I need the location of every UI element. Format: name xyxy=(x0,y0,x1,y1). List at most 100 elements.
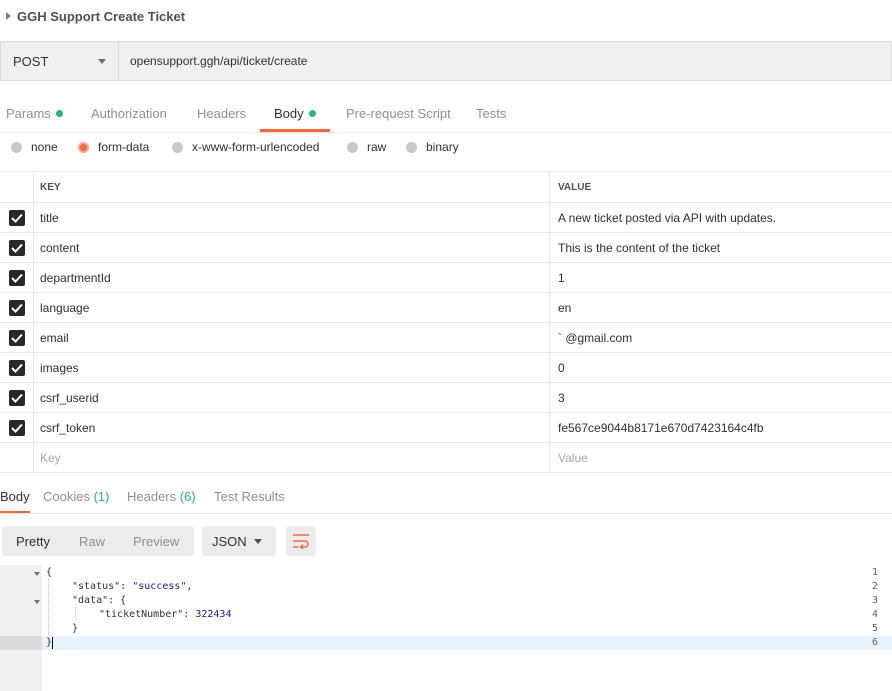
radio-form-data[interactable]: form-data xyxy=(78,140,149,154)
row-checkbox[interactable] xyxy=(8,419,25,436)
request-title-bar[interactable]: GGH Support Create Ticket xyxy=(0,0,892,32)
param-value[interactable]: This is the content of the ticket xyxy=(550,233,892,262)
json-key: "ticketNumber" xyxy=(99,609,184,620)
param-key[interactable]: email xyxy=(34,323,550,352)
pretty-button[interactable]: Pretty xyxy=(16,534,50,549)
wrap-lines-button[interactable] xyxy=(286,526,316,556)
line-number: 2 xyxy=(871,581,878,592)
empty-check-cell xyxy=(0,443,34,472)
tab-tests[interactable]: Tests xyxy=(476,98,506,132)
table-row: images 0 xyxy=(0,353,892,383)
active-line-highlight xyxy=(0,636,892,650)
row-checkbox[interactable] xyxy=(8,359,25,376)
row-checkbox[interactable] xyxy=(8,389,25,406)
radio-binary[interactable]: binary xyxy=(406,140,459,154)
checkmark-icon xyxy=(10,423,23,433)
param-value[interactable]: 0 xyxy=(550,353,892,382)
tab-response-headers[interactable]: Headers (6) xyxy=(127,482,196,514)
chevron-down-icon xyxy=(98,58,106,64)
checkmark-icon xyxy=(10,393,23,403)
tab-cookies-label: Cookies xyxy=(43,489,90,504)
param-key[interactable]: title xyxy=(34,203,550,232)
param-key[interactable]: csrf_token xyxy=(34,413,550,442)
tab-cookies[interactable]: Cookies (1) xyxy=(43,482,109,514)
row-checkbox[interactable] xyxy=(8,269,25,286)
row-checkbox-cell xyxy=(0,293,34,322)
row-checkbox-cell xyxy=(0,413,34,442)
param-key[interactable]: images xyxy=(34,353,550,382)
param-value[interactable]: fe567ce9044b8171e670d7423164c4fb xyxy=(550,413,892,442)
raw-button[interactable]: Raw xyxy=(79,534,105,549)
checkmark-icon xyxy=(10,213,23,223)
tab-body-label: Body xyxy=(274,106,304,121)
divider xyxy=(0,132,892,133)
request-name: GGH Support Create Ticket xyxy=(17,8,186,24)
param-value[interactable]: 3 xyxy=(550,383,892,412)
radio-label: none xyxy=(31,140,58,154)
param-key[interactable]: csrf_userid xyxy=(34,383,550,412)
method-select[interactable]: POST xyxy=(1,42,119,80)
wrap-lines-icon xyxy=(293,534,309,549)
table-row: language en xyxy=(0,293,892,323)
param-key[interactable]: content xyxy=(34,233,550,262)
fold-toggle-icon[interactable] xyxy=(34,600,40,604)
json-value: 322434 xyxy=(195,609,232,620)
new-value-input[interactable]: Value xyxy=(550,443,892,472)
tab-authorization[interactable]: Authorization xyxy=(91,98,167,132)
param-value[interactable]: en xyxy=(550,293,892,322)
row-checkbox[interactable] xyxy=(8,239,25,256)
tab-response-body[interactable]: Body xyxy=(0,482,30,514)
chevron-down-icon xyxy=(254,538,262,544)
json-value: "success" xyxy=(132,581,187,592)
tab-test-results-label: Test Results xyxy=(214,489,285,504)
response-body-editor[interactable]: 1 2 3 4 5 6 { "status": "success", "data… xyxy=(0,565,892,691)
tab-test-results[interactable]: Test Results xyxy=(214,482,285,514)
row-checkbox-cell xyxy=(0,353,34,382)
tab-headers[interactable]: Headers xyxy=(197,98,246,132)
line-number: 1 xyxy=(871,567,878,578)
table-row: email ` @gmail.com xyxy=(0,323,892,353)
headers-count-badge: (6) xyxy=(179,489,196,504)
radio-raw[interactable]: raw xyxy=(347,140,386,154)
row-checkbox[interactable] xyxy=(8,209,25,226)
json-brace: { xyxy=(120,595,127,606)
tab-pre-request-script-label: Pre-request Script xyxy=(346,106,451,121)
response-tabs: Body Cookies (1) Headers (6) Test Result… xyxy=(0,482,892,514)
code-line: "ticketNumber": 322434 xyxy=(99,609,232,620)
row-checkbox-cell xyxy=(0,203,34,232)
status-dot-icon xyxy=(308,110,316,117)
param-key[interactable]: language xyxy=(34,293,550,322)
row-checkbox[interactable] xyxy=(8,299,25,316)
radio-x-www-form-urlencoded[interactable]: x-www-form-urlencoded xyxy=(172,140,319,154)
status-dot-icon xyxy=(55,110,63,117)
param-value[interactable]: A new ticket posted via API with updates… xyxy=(550,203,892,232)
json-key: "status" xyxy=(72,581,121,592)
fold-toggle-icon[interactable] xyxy=(34,572,40,576)
preview-button[interactable]: Preview xyxy=(133,534,179,549)
new-param-row: Key Value xyxy=(0,443,892,473)
cookies-count-badge: (1) xyxy=(93,489,110,504)
caret-right-icon[interactable] xyxy=(6,12,11,20)
radio-circle-icon xyxy=(406,141,417,153)
row-checkbox-cell xyxy=(0,323,34,352)
new-key-input[interactable]: Key xyxy=(34,443,550,472)
param-value[interactable]: ` @gmail.com xyxy=(550,323,892,352)
tab-params[interactable]: Params xyxy=(6,98,63,132)
param-key[interactable]: departmentId xyxy=(34,263,550,292)
tab-authorization-label: Authorization xyxy=(91,106,167,121)
code-line: { xyxy=(46,567,53,578)
radio-none[interactable]: none xyxy=(11,140,58,154)
radio-label: binary xyxy=(426,140,459,154)
active-line-gutter xyxy=(0,636,42,650)
radio-label: x-www-form-urlencoded xyxy=(192,140,320,154)
tab-body[interactable]: Body xyxy=(260,98,330,132)
tab-pre-request-script[interactable]: Pre-request Script xyxy=(346,98,451,132)
url-input[interactable]: opensupport.ggh/api/ticket/create xyxy=(119,42,891,80)
checkmark-icon xyxy=(10,243,23,253)
body-type-radios: none form-data x-www-form-urlencoded raw… xyxy=(0,140,892,164)
tab-response-headers-label: Headers xyxy=(127,489,177,504)
format-select[interactable]: JSON xyxy=(202,526,276,556)
param-value[interactable]: 1 xyxy=(550,263,892,292)
row-checkbox[interactable] xyxy=(8,329,25,346)
row-checkbox-cell xyxy=(0,383,34,412)
